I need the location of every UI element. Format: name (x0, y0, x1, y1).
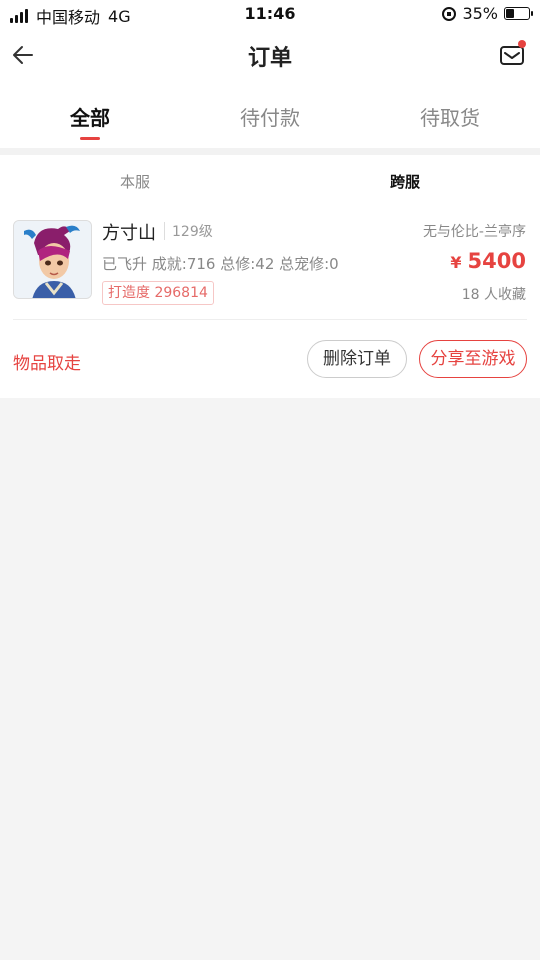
character-portrait-icon (14, 221, 91, 298)
tab-label: 全部 (70, 106, 110, 130)
character-stats: 已飞升 成就:716 总修:42 总宠修:0 (102, 255, 339, 273)
server-name: 无与伦比-兰亭序 (422, 224, 526, 240)
character-level: 129级 (172, 224, 213, 240)
status-bar: 中国移动 4G 11:46 35% (0, 0, 540, 30)
share-to-game-button[interactable]: 分享至游戏 (419, 340, 527, 378)
tab-pending-pickup[interactable]: 待取货 (360, 80, 540, 148)
delete-order-button[interactable]: 删除订单 (307, 340, 407, 378)
battery-icon (504, 7, 533, 20)
active-tab-indicator (80, 137, 100, 140)
section-divider (0, 148, 540, 155)
tab-same-server[interactable]: 本服 (0, 155, 270, 207)
tab-label: 待付款 (240, 106, 300, 130)
server-tabs: 本服 跨服 (0, 155, 540, 207)
status-right: 35% (442, 4, 533, 23)
tab-label: 待取货 (420, 106, 480, 130)
character-avatar (13, 220, 92, 299)
battery-percent: 35% (462, 4, 498, 23)
favorites-count: 18 人收藏 (461, 287, 526, 303)
currency-symbol: ¥ (450, 253, 462, 272)
order-status: 物品取走 (13, 354, 81, 374)
character-name: 方寸山 (102, 223, 156, 244)
build-score-badge: 打造度 296814 (102, 281, 214, 305)
page-title: 订单 (247, 46, 292, 71)
tab-pending-payment[interactable]: 待付款 (180, 80, 360, 148)
divider (13, 319, 527, 320)
order-tabs: 全部 待付款 待取货 (0, 80, 540, 148)
screen: 中国移动 4G 11:46 35% 订单 全部 待付款 待取货 本服 跨服 方寸… (0, 0, 540, 960)
nav-bar: 订单 (0, 30, 540, 80)
rotation-lock-icon (442, 6, 457, 21)
messages-button[interactable] (498, 40, 526, 69)
price-value: 5400 (467, 249, 526, 273)
divider (164, 222, 165, 240)
unread-dot (518, 40, 526, 48)
battery-fill (506, 9, 514, 18)
order-card[interactable]: 方寸山 129级 无与伦比-兰亭序 已飞升 成就:716 总修:42 总宠修:0… (0, 207, 540, 398)
tab-cross-server[interactable]: 跨服 (270, 155, 540, 207)
price: ¥5400 (450, 249, 526, 273)
tab-all[interactable]: 全部 (0, 80, 180, 148)
